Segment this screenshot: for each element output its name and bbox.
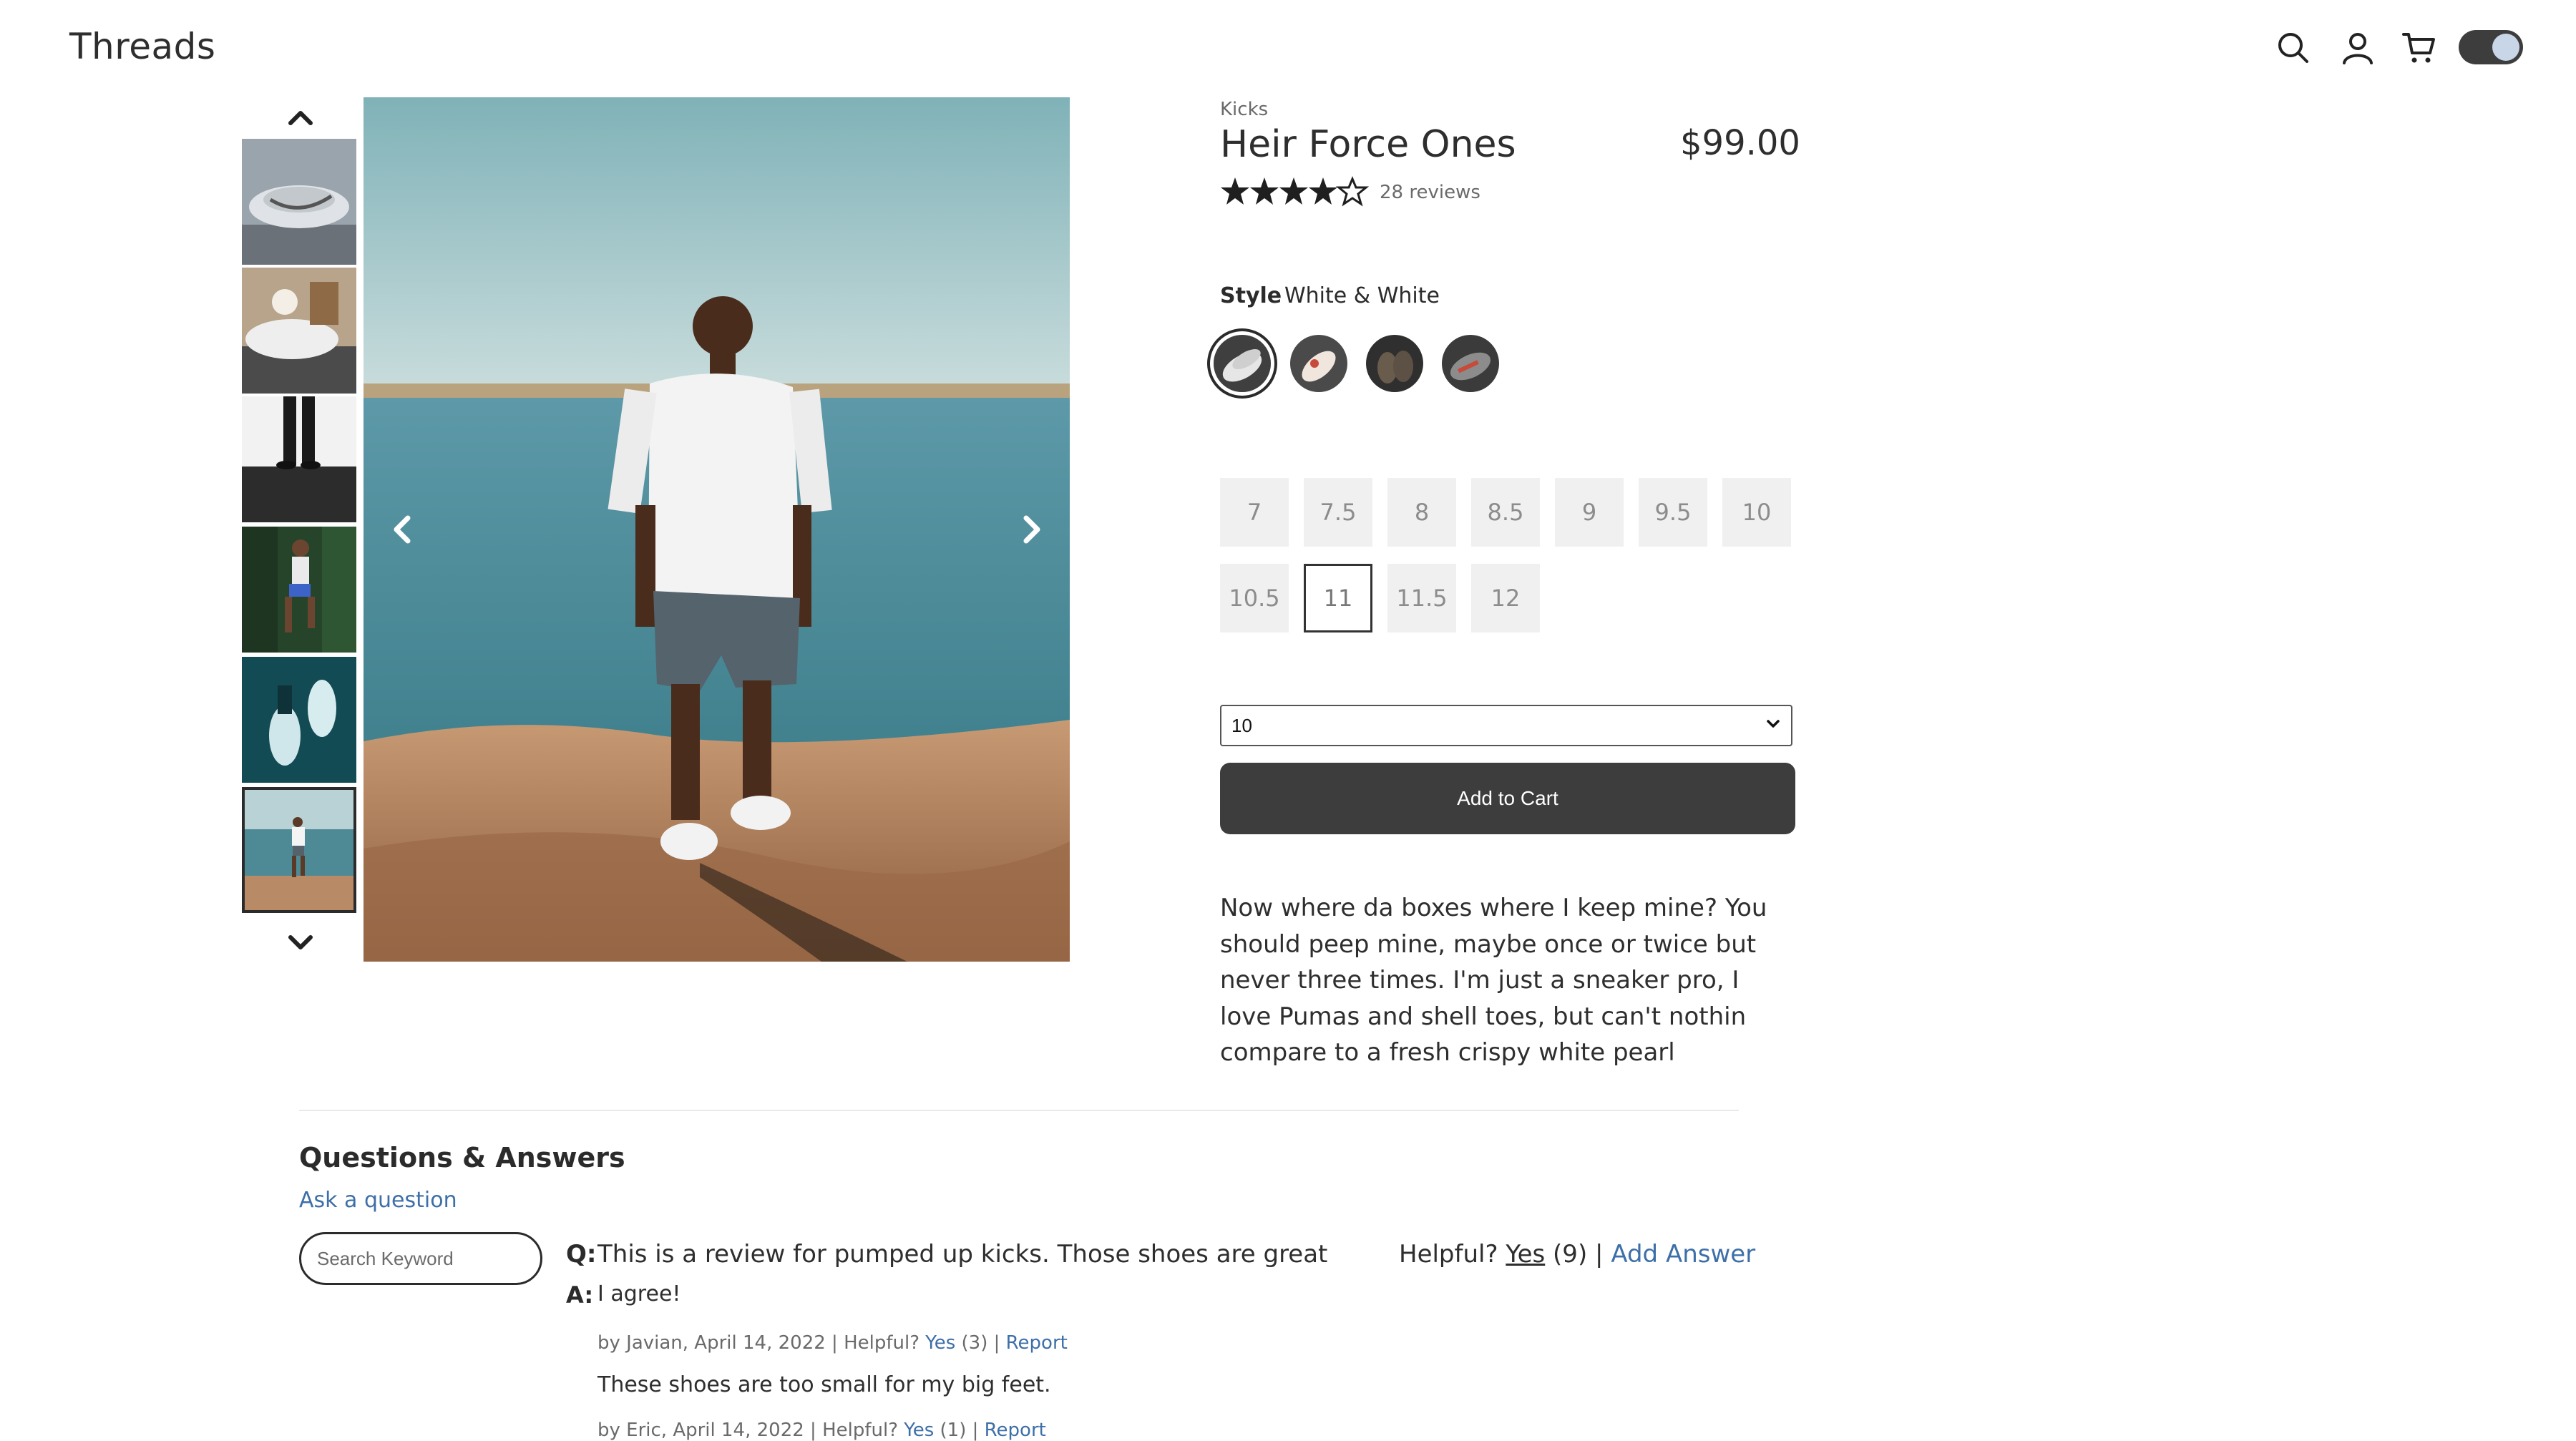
style-value: White & White [1284, 283, 1440, 308]
answer-helpful-count: (1) | [940, 1420, 979, 1441]
size-option[interactable]: 12 [1471, 564, 1540, 632]
answer-helpful-yes-link[interactable]: Yes [925, 1332, 955, 1354]
size-option[interactable]: 7.5 [1304, 478, 1372, 547]
quantity-select[interactable]: 10 [1220, 705, 1792, 746]
size-option[interactable]: 8 [1387, 478, 1456, 547]
chevron-down-icon [1765, 715, 1781, 737]
size-option[interactable]: 11.5 [1387, 564, 1456, 632]
user-icon[interactable] [2340, 30, 2376, 66]
search-icon[interactable] [2275, 30, 2311, 66]
helpful-yes-count: (9) [1553, 1240, 1588, 1269]
thumbnail-4[interactable] [242, 527, 356, 653]
style-swatch-3[interactable] [1366, 335, 1423, 392]
star-icon-filled [1250, 177, 1279, 205]
style-label: Style [1220, 283, 1282, 308]
product-name: Heir Force Ones [1220, 123, 1516, 166]
question-text: This is a review for pumped up kicks. Th… [597, 1240, 1328, 1269]
qa-section-title: Questions & Answers [299, 1142, 625, 1173]
thumbnails-up-arrow-icon[interactable] [279, 97, 322, 140]
style-swatch-4[interactable] [1442, 335, 1499, 392]
thumbnail-1[interactable] [242, 139, 356, 265]
style-swatch-2[interactable] [1290, 335, 1347, 392]
product-price: $99.00 [1680, 123, 1800, 163]
star-icon-filled [1309, 177, 1337, 205]
size-option[interactable]: 7 [1220, 478, 1289, 547]
product-category: Kicks [1220, 99, 1269, 120]
star-icon-filled [1221, 177, 1249, 205]
thumbnail-3[interactable] [242, 396, 356, 522]
theme-toggle[interactable] [2459, 30, 2523, 64]
question-helpful: Helpful? Yes (9) | Add Answer [1399, 1240, 1755, 1269]
separator: | [1595, 1240, 1604, 1269]
answer-text: I agree! [597, 1281, 681, 1306]
answer-helpful-yes-link[interactable]: Yes [904, 1420, 934, 1441]
thumbnail-6-selected[interactable] [242, 787, 356, 913]
size-option[interactable]: 10.5 [1220, 564, 1289, 632]
answer-helpful-count: (3) | [961, 1332, 1000, 1354]
add-to-cart-button[interactable]: Add to Cart [1220, 763, 1795, 834]
answer-report-link[interactable]: Report [1006, 1332, 1068, 1354]
image-next-arrow-icon[interactable] [1009, 508, 1052, 551]
size-option-selected[interactable]: 11 [1304, 564, 1372, 632]
quantity-value: 10 [1231, 714, 1252, 736]
product-description: Now where da boxes where I keep mine? Yo… [1220, 894, 1767, 1067]
review-count[interactable]: 28 reviews [1380, 182, 1480, 203]
cart-icon[interactable] [2401, 30, 2437, 66]
size-option[interactable]: 8.5 [1471, 478, 1540, 547]
thumbnail-2[interactable] [242, 268, 356, 394]
star-rating [1220, 176, 1370, 210]
answer-report-link[interactable]: Report [985, 1420, 1046, 1441]
toggle-knob [2492, 34, 2519, 61]
answer-meta: by Eric, April 14, 2022 | Helpful? Yes (… [597, 1420, 1046, 1441]
main-product-image [364, 97, 1070, 962]
image-prev-arrow-icon[interactable] [382, 508, 425, 551]
thumbnail-5[interactable] [242, 657, 356, 783]
size-option[interactable]: 9.5 [1639, 478, 1707, 547]
answer-byline: by Javian, April 14, 2022 | Helpful? [597, 1332, 919, 1354]
star-icon-filled [1279, 177, 1308, 205]
answer-text: These shoes are too small for my big fee… [597, 1372, 1051, 1397]
size-option[interactable]: 10 [1722, 478, 1791, 547]
style-swatch-1[interactable] [1214, 335, 1271, 392]
size-option[interactable]: 9 [1555, 478, 1624, 547]
helpful-yes-link[interactable]: Yes [1506, 1240, 1545, 1269]
star-icon-empty [1335, 176, 1370, 207]
site-logo[interactable]: Threads [69, 26, 215, 67]
thumbnails-down-arrow-icon[interactable] [279, 920, 322, 963]
question-prefix: Q: [566, 1240, 597, 1269]
answer-byline: by Eric, April 14, 2022 | Helpful? [597, 1420, 899, 1441]
ask-question-link[interactable]: Ask a question [299, 1188, 457, 1213]
answer-meta: by Javian, April 14, 2022 | Helpful? Yes… [597, 1332, 1068, 1354]
qa-search-input[interactable]: Search Keyword [299, 1232, 542, 1285]
add-answer-link[interactable]: Add Answer [1611, 1240, 1755, 1269]
answer-prefix: A: [566, 1281, 594, 1309]
section-divider [299, 1110, 1739, 1111]
helpful-label: Helpful? [1399, 1240, 1498, 1269]
